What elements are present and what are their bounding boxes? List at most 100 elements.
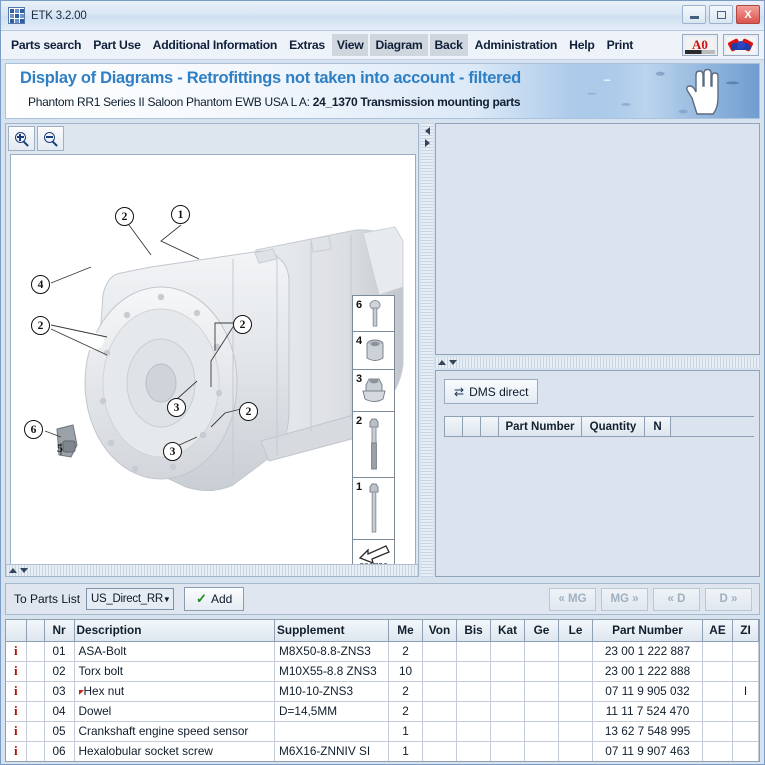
splitter-down-icon[interactable] xyxy=(449,360,457,365)
next-d-button[interactable]: D » xyxy=(705,588,752,611)
diagram-callout[interactable]: 2 xyxy=(239,402,258,421)
horizontal-splitter-right[interactable] xyxy=(435,357,760,368)
col-supplement[interactable]: Supplement xyxy=(275,620,389,641)
diagram-callout[interactable]: 2 xyxy=(233,315,252,334)
col-blank[interactable] xyxy=(26,620,44,641)
col-bis[interactable]: Bis xyxy=(457,620,491,641)
table-row[interactable]: i05Crankshaft engine speed sensor113 62 … xyxy=(6,721,759,741)
menu-item-diagram[interactable]: Diagram xyxy=(370,34,427,56)
splitter-up-icon[interactable] xyxy=(438,360,446,365)
diagram-callout[interactable]: 6 xyxy=(24,420,43,439)
diagram-callout[interactable]: 4 xyxy=(31,275,50,294)
cell-nr: 05 xyxy=(44,721,74,741)
cell-info[interactable]: i xyxy=(6,701,26,721)
info-icon[interactable]: i xyxy=(14,703,18,718)
col-part-number[interactable]: Part Number xyxy=(593,620,703,641)
col-le[interactable]: Le xyxy=(559,620,593,641)
diagram-callout[interactable]: 1 xyxy=(171,205,190,224)
dms-col-n[interactable]: N xyxy=(645,417,671,436)
dowel-sleeve-icon xyxy=(361,336,387,366)
diagram-callout[interactable]: 3 xyxy=(163,442,182,461)
parts-list-select[interactable]: US_Direct_RR ▼ xyxy=(86,588,174,610)
splitter-down-icon[interactable] xyxy=(20,568,28,573)
info-icon[interactable]: i xyxy=(14,683,18,698)
banner-subtitle-prefix: Phantom RR1 Series II Saloon Phantom EWB… xyxy=(28,95,310,109)
col-info[interactable] xyxy=(6,620,26,641)
splitter-right-icon[interactable] xyxy=(425,139,430,147)
diagram-callout[interactable]: 2 xyxy=(31,316,50,335)
maximize-button[interactable] xyxy=(709,5,733,24)
col-ge[interactable]: Ge xyxy=(525,620,559,641)
cell-info[interactable]: i xyxy=(6,721,26,741)
table-row[interactable]: i04DowelD=14,5MM211 11 7 524 470 xyxy=(6,701,759,721)
close-button[interactable]: X xyxy=(736,5,760,24)
menu-item-extras[interactable]: Extras xyxy=(284,34,330,56)
info-icon[interactable]: i xyxy=(14,643,18,658)
add-button[interactable]: ✓ Add xyxy=(184,587,244,611)
col-zi[interactable]: ZI xyxy=(733,620,759,641)
splitter-up-icon[interactable] xyxy=(9,568,17,573)
dms-direct-button[interactable]: ⇄ DMS direct xyxy=(444,379,538,404)
info-icon[interactable]: i xyxy=(14,663,18,678)
horizontal-splitter-left[interactable] xyxy=(6,564,418,576)
title-bar: ETK 3.2.00 X xyxy=(1,1,764,31)
cell-info[interactable]: i xyxy=(6,741,26,761)
vertical-splitter[interactable] xyxy=(421,123,433,577)
col-nr[interactable]: Nr xyxy=(44,620,74,641)
thumbnail-item-6[interactable]: 6 xyxy=(353,296,394,332)
menu-item-view[interactable]: View xyxy=(332,34,369,56)
cell-bis xyxy=(457,721,491,741)
cell-info[interactable]: i xyxy=(6,681,26,701)
table-row[interactable]: i02Torx boltM10X55-8.8 ZNS31023 00 1 222… xyxy=(6,661,759,681)
dms-col-blank-3[interactable] xyxy=(481,417,499,436)
a0-annotation-button[interactable]: A0 xyxy=(682,34,718,56)
zoom-in-button[interactable] xyxy=(8,126,35,151)
dms-col-part-number[interactable]: Part Number xyxy=(499,417,582,436)
menu-item-back[interactable]: Back xyxy=(430,34,468,56)
diagram-callout[interactable]: 3 xyxy=(167,398,186,417)
cell-info[interactable]: i xyxy=(6,641,26,661)
info-icon[interactable]: i xyxy=(14,723,18,738)
menu-item-help[interactable]: Help xyxy=(564,34,599,56)
thumbnail-item-4[interactable]: 4 xyxy=(353,332,394,370)
col-me[interactable]: Me xyxy=(389,620,423,641)
prev-d-button[interactable]: « D xyxy=(653,588,700,611)
vehicle-selection-button[interactable] xyxy=(723,34,759,56)
cell-me: 1 xyxy=(389,741,423,761)
cell-ae xyxy=(703,701,733,721)
thumbnail-item-1[interactable]: 1 xyxy=(353,478,394,540)
table-row[interactable]: i03Hex nutM10-10-ZNS3207 11 9 905 032I xyxy=(6,681,759,701)
col-kat[interactable]: Kat xyxy=(491,620,525,641)
parts-list-select-value: US_Direct_RR xyxy=(91,593,163,605)
menu-item-parts-search[interactable]: Parts search xyxy=(6,34,86,56)
cell-info[interactable]: i xyxy=(6,661,26,681)
menu-item-print[interactable]: Print xyxy=(602,34,639,56)
info-icon[interactable]: i xyxy=(14,743,18,758)
col-description[interactable]: Description xyxy=(74,620,275,641)
info-panel[interactable] xyxy=(435,123,760,355)
prev-mg-button[interactable]: « MG xyxy=(549,588,596,611)
next-mg-button[interactable]: MG » xyxy=(601,588,648,611)
banner-subtitle: Phantom RR1 Series II Saloon Phantom EWB… xyxy=(28,95,520,109)
menu-item-administration[interactable]: Administration xyxy=(470,34,563,56)
col-ae[interactable]: AE xyxy=(703,620,733,641)
dms-col-quantity[interactable]: Quantity xyxy=(582,417,645,436)
menu-item-part-use[interactable]: Part Use xyxy=(88,34,145,56)
thumbnail-item-3[interactable]: 3 xyxy=(353,370,394,412)
minimize-button[interactable] xyxy=(682,5,706,24)
table-row[interactable]: i01ASA-BoltM8X50-8.8-ZNS3223 00 1 222 88… xyxy=(6,641,759,661)
menu-item-additional-information[interactable]: Additional Information xyxy=(148,34,283,56)
diagram-pane: 2 1 4 2 2 3 2 3 6 5 6 xyxy=(5,123,419,577)
table-row[interactable]: i06Hexalobular socket screwM6X16-ZNNIV S… xyxy=(6,741,759,761)
cell-supplement xyxy=(275,721,389,741)
parts-table[interactable]: Nr Description Supplement Me Von Bis Kat… xyxy=(5,619,760,762)
splitter-left-icon[interactable] xyxy=(425,127,430,135)
dms-col-blank-2[interactable] xyxy=(463,417,481,436)
diagram-canvas[interactable]: 2 1 4 2 2 3 2 3 6 5 6 xyxy=(10,154,416,572)
thumbnail-item-2[interactable]: 2 xyxy=(353,412,394,478)
change-marker-icon xyxy=(79,690,84,695)
col-von[interactable]: Von xyxy=(423,620,457,641)
zoom-out-button[interactable] xyxy=(37,126,64,151)
dms-col-blank-1[interactable] xyxy=(445,417,463,436)
diagram-callout[interactable]: 2 xyxy=(115,207,134,226)
